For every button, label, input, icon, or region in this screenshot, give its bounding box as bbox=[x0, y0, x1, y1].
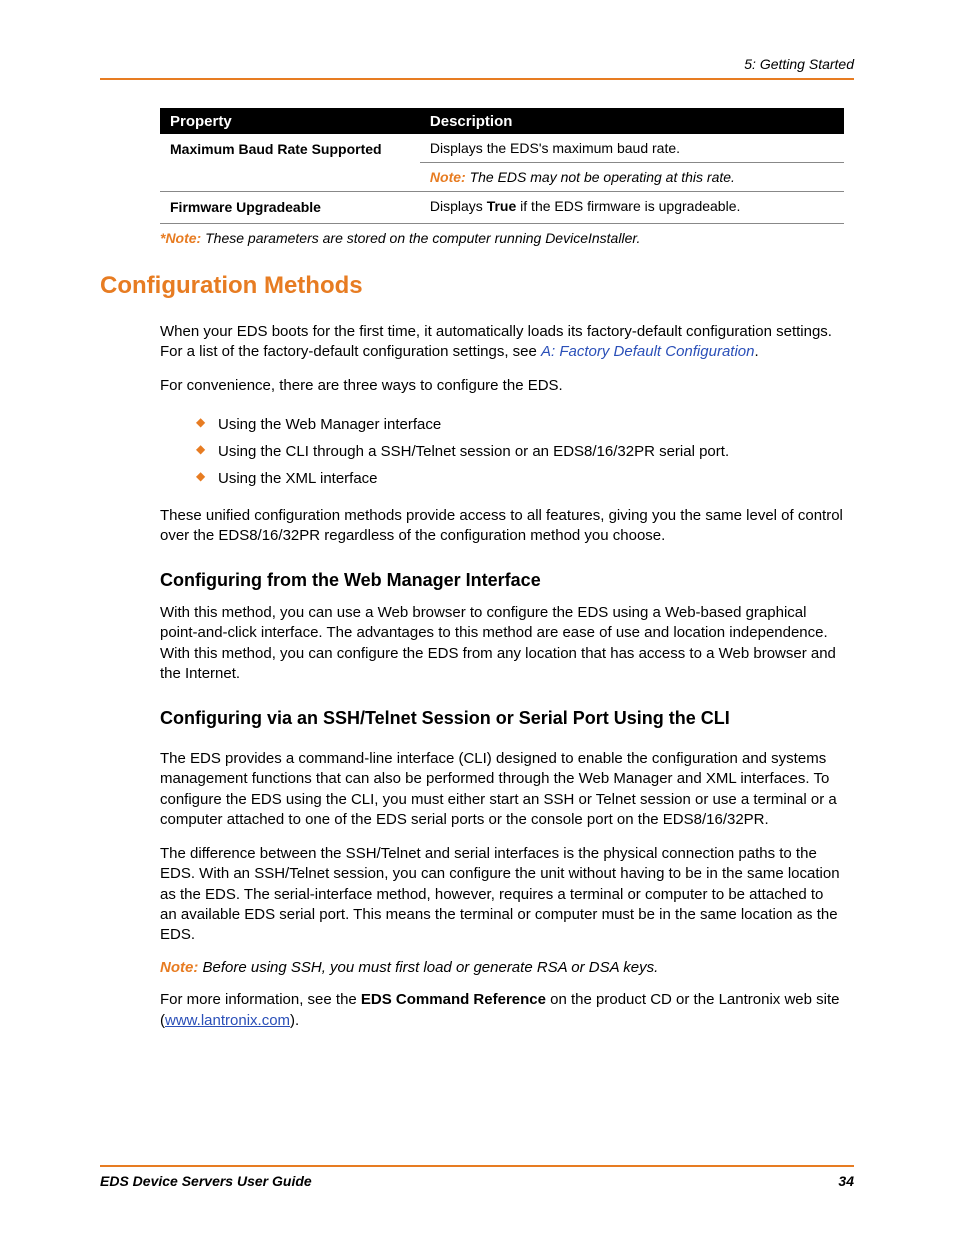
footnote-label: *Note: bbox=[160, 230, 201, 246]
cli-paragraph-3: For more information, see the EDS Comman… bbox=[160, 990, 844, 1031]
property-table: Property Description Maximum Baud Rate S… bbox=[160, 108, 844, 224]
command-reference: EDS Command Reference bbox=[361, 991, 546, 1008]
table-row: Firmware Upgradeable Displays True if th… bbox=[160, 192, 844, 224]
page-footer: EDS Device Servers User Guide 34 bbox=[100, 1165, 854, 1189]
table-row: Maximum Baud Rate Supported Displays the… bbox=[160, 134, 844, 163]
breadcrumb: 5: Getting Started bbox=[744, 56, 854, 72]
footnote-text: These parameters are stored on the compu… bbox=[201, 230, 640, 246]
note-label: Note: bbox=[160, 959, 198, 976]
page-header: 5: Getting Started bbox=[100, 56, 854, 80]
note-label: Note: bbox=[430, 169, 466, 185]
note-text: Before using SSH, you must first load or… bbox=[198, 959, 658, 976]
outro-paragraph: These unified configuration methods prov… bbox=[160, 506, 844, 547]
list-item: Using the Web Manager interface bbox=[196, 411, 844, 438]
lantronix-link[interactable]: www.lantronix.com bbox=[165, 1012, 290, 1029]
list-item: Using the CLI through a SSH/Telnet sessi… bbox=[196, 438, 844, 465]
section-title: Configuration Methods bbox=[100, 272, 844, 300]
note-text: The EDS may not be operating at this rat… bbox=[466, 169, 735, 185]
page-number: 34 bbox=[838, 1173, 854, 1189]
cli-paragraph-2: The difference between the SSH/Telnet an… bbox=[160, 844, 844, 945]
cli-paragraph-1: The EDS provides a command-line interfac… bbox=[160, 749, 844, 830]
intro-paragraph-1: When your EDS boots for the first time, … bbox=[160, 322, 844, 363]
table-header-property: Property bbox=[160, 109, 420, 135]
table-header-description: Description bbox=[420, 109, 844, 135]
subsection-title-web: Configuring from the Web Manager Interfa… bbox=[160, 570, 844, 591]
config-methods-list: Using the Web Manager interface Using th… bbox=[196, 411, 844, 492]
property-desc-prefix: Displays bbox=[430, 198, 487, 214]
web-manager-body: With this method, you can use a Web brow… bbox=[160, 603, 844, 684]
property-desc-bold: True bbox=[487, 198, 517, 214]
factory-default-link[interactable]: A: Factory Default Configuration bbox=[541, 343, 754, 360]
subsection-title-cli: Configuring via an SSH/Telnet Session or… bbox=[160, 708, 844, 729]
table-footnote: *Note: These parameters are stored on th… bbox=[160, 230, 844, 246]
property-desc: Displays the EDS's maximum baud rate. bbox=[430, 140, 680, 156]
list-item: Using the XML interface bbox=[196, 465, 844, 492]
property-desc-suffix: if the EDS firmware is upgradeable. bbox=[516, 198, 740, 214]
footer-title: EDS Device Servers User Guide bbox=[100, 1173, 312, 1189]
ssh-note: Note: Before using SSH, you must first l… bbox=[160, 959, 844, 976]
property-name: Firmware Upgradeable bbox=[170, 199, 321, 215]
intro-paragraph-2: For convenience, there are three ways to… bbox=[160, 376, 844, 396]
property-name: Maximum Baud Rate Supported bbox=[170, 141, 382, 157]
